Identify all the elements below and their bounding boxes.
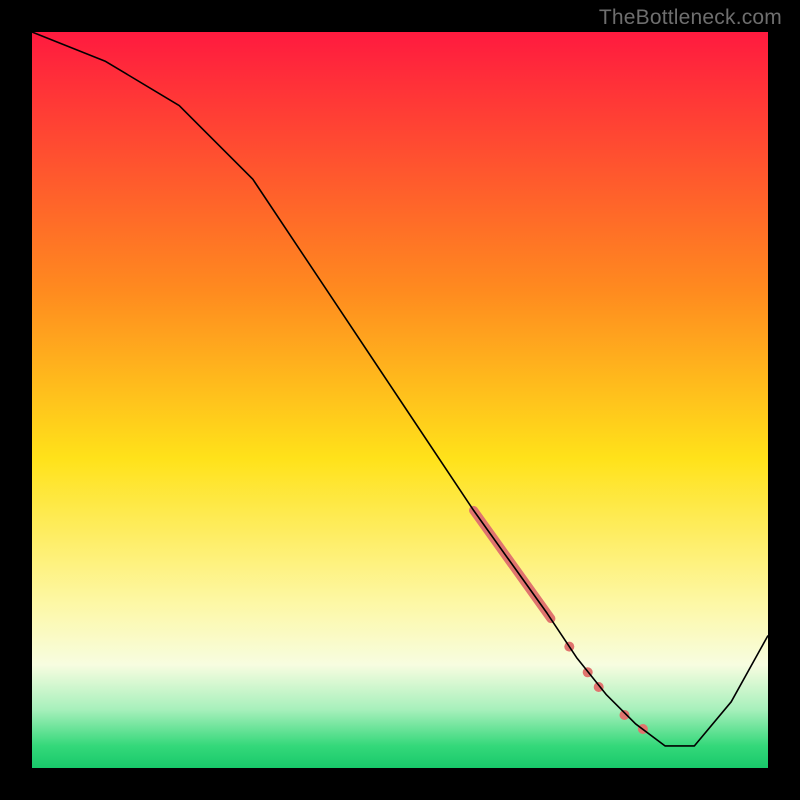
plot-frame bbox=[32, 32, 768, 768]
watermark-label: TheBottleneck.com bbox=[599, 6, 782, 30]
chart-svg bbox=[32, 32, 768, 768]
